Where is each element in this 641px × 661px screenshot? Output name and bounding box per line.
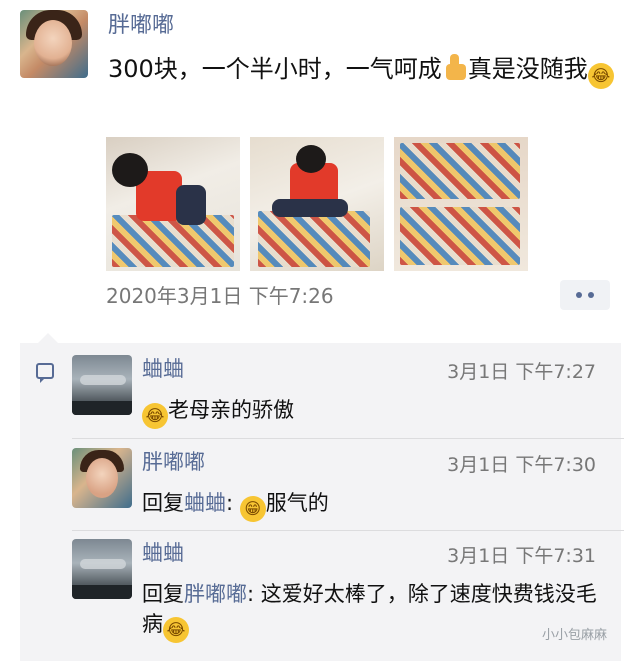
post-photo-1[interactable]	[106, 137, 240, 271]
comment-item[interactable]: 胖嘟嘟 3月1日 下午7:30 回复蛐蛐: 😁 服气的	[72, 448, 612, 528]
commenter-name[interactable]: 蛐蛐	[142, 355, 184, 383]
commenter-avatar[interactable]	[72, 448, 132, 508]
commenter-avatar[interactable]	[72, 355, 132, 415]
commenter-name[interactable]: 蛐蛐	[142, 539, 184, 567]
comment-body: 老母亲的骄傲	[168, 398, 294, 422]
post-timestamp: 2020年3月1日 下午7:26	[106, 284, 334, 308]
watermark: 小小包麻麻	[541, 628, 607, 643]
comment-text: 回复蛐蛐: 😁 服气的	[142, 488, 602, 522]
comment-time: 3月1日 下午7:27	[447, 361, 596, 383]
comment-time: 3月1日 下午7:31	[447, 545, 596, 567]
comment-item[interactable]: 蛐蛐 3月1日 下午7:31 回复胖嘟嘟: 这爱好太棒了，除了速度快费钱没毛病 😂	[72, 539, 612, 649]
reply-colon: :	[247, 582, 255, 606]
dot-icon	[588, 292, 594, 298]
comment-text: 回复胖嘟嘟: 这爱好太棒了，除了速度快费钱没毛病 😂	[142, 579, 602, 643]
tears-of-joy-icon: 😂	[142, 403, 168, 429]
reply-to-name[interactable]: 胖嘟嘟	[184, 582, 247, 606]
comment-body: 服气的	[265, 491, 329, 515]
post-photo-3[interactable]	[394, 137, 528, 271]
post-photo-2[interactable]	[250, 137, 384, 271]
post-text-part2: 真是没随我	[467, 55, 588, 83]
post-text-part1: 300块，一个半小时，一气呵成	[108, 55, 442, 83]
comments-section: 蛐蛐 3月1日 下午7:27 😂 老母亲的骄傲 胖嘟嘟 3月1日 下午7:30 回…	[20, 333, 624, 661]
commenter-name[interactable]: 胖嘟嘟	[142, 448, 205, 476]
poster-name[interactable]: 胖嘟嘟	[108, 12, 174, 40]
poster-avatar[interactable]	[20, 10, 88, 78]
avatar-face	[34, 20, 72, 66]
more-actions-button[interactable]	[560, 280, 610, 310]
grinning-icon: 😁	[239, 496, 266, 522]
dot-icon	[576, 292, 582, 298]
divider	[72, 438, 624, 439]
comment-icon	[36, 363, 54, 383]
tears-of-joy-icon: 😂	[587, 63, 614, 89]
post-text: 300块，一个半小时，一气呵成 真是没随我 😂	[108, 52, 628, 89]
commenter-avatar[interactable]	[72, 539, 132, 599]
reply-to-name[interactable]: 蛐蛐	[184, 491, 226, 515]
comment-text: 😂 老母亲的骄傲	[142, 395, 602, 429]
reply-prefix: 回复	[142, 582, 184, 606]
divider	[72, 530, 624, 531]
reply-colon: :	[226, 491, 234, 515]
tears-of-joy-icon: 😂	[163, 617, 189, 643]
reply-prefix: 回复	[142, 491, 184, 515]
comment-item[interactable]: 蛐蛐 3月1日 下午7:27 😂 老母亲的骄傲	[72, 355, 612, 435]
comment-time: 3月1日 下午7:30	[447, 454, 596, 476]
thumbs-up-icon	[442, 54, 468, 82]
